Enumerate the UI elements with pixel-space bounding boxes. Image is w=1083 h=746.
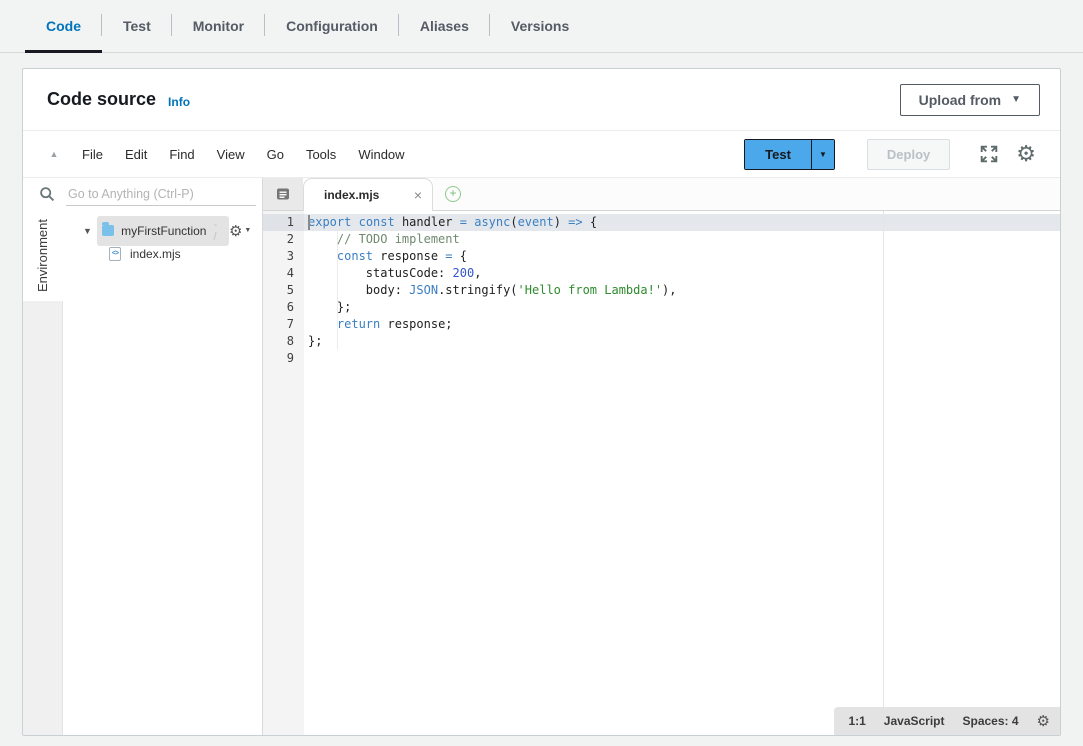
folder-icon xyxy=(102,225,114,236)
code-line-2: // TODO implement xyxy=(304,231,1060,248)
editor-pane: index.mjs × + 123456789 export const han… xyxy=(263,178,1060,735)
environment-tab[interactable]: Environment xyxy=(35,219,50,292)
editor-tab-label: index.mjs xyxy=(324,188,379,202)
file-name: index.mjs xyxy=(130,247,181,261)
menubar-right: Test ▼ Deploy ⚙ xyxy=(734,139,1040,170)
menu-file[interactable]: File xyxy=(71,141,114,168)
upload-from-button[interactable]: Upload from ▼ xyxy=(900,84,1040,116)
menu-view[interactable]: View xyxy=(206,141,256,168)
editor-tabstrip: index.mjs × + xyxy=(263,178,1060,211)
tab-aliases[interactable]: Aliases xyxy=(399,0,490,52)
line-number-gutter: 123456789 xyxy=(263,211,304,735)
new-tab-icon[interactable]: + xyxy=(445,186,461,202)
collapse-menubar-icon[interactable]: ▲ xyxy=(37,149,71,159)
folder-selection: myFirstFunction - / xyxy=(97,216,229,246)
chevron-down-icon: ▼ xyxy=(1011,94,1021,105)
line-number: 3 xyxy=(263,248,304,265)
code-line-8: }; xyxy=(304,333,1060,350)
menu-items: FileEditFindViewGoToolsWindow xyxy=(71,141,416,168)
language-mode[interactable]: JavaScript xyxy=(884,714,945,728)
indentation-setting[interactable]: Spaces: 4 xyxy=(963,714,1019,728)
code-line-4: statusCode: 200, xyxy=(304,265,1060,282)
goto-anything-input[interactable] xyxy=(66,183,256,206)
tab-configuration[interactable]: Configuration xyxy=(265,0,399,52)
tab-list-icon[interactable] xyxy=(263,178,303,211)
function-tab-bar: CodeTestMonitorConfigurationAliasesVersi… xyxy=(0,0,1083,53)
test-dropdown-button[interactable]: ▼ xyxy=(811,140,834,169)
line-number: 1 xyxy=(263,214,304,231)
folder-name: myFirstFunction xyxy=(121,224,206,238)
editor-tab-index-mjs[interactable]: index.mjs × xyxy=(303,178,433,211)
chevron-down-icon: ▼ xyxy=(244,227,251,234)
tab-code[interactable]: Code xyxy=(25,0,102,52)
info-link[interactable]: Info xyxy=(168,95,190,109)
upload-from-label: Upload from xyxy=(919,92,1001,108)
ide-area: Environment ▼ myFirstFunction - / ⚙ ▼ xyxy=(23,178,1060,735)
deploy-button[interactable]: Deploy xyxy=(867,139,950,170)
line-number: 5 xyxy=(263,282,304,299)
folder-suffix: - / xyxy=(213,219,220,243)
code-line-7: return response; xyxy=(304,316,1060,333)
code-line-9 xyxy=(304,350,1060,367)
chevron-down-icon[interactable]: ▼ xyxy=(83,226,92,236)
test-split-button: Test ▼ xyxy=(744,139,835,170)
fullscreen-icon[interactable] xyxy=(980,145,998,163)
close-tab-icon[interactable]: × xyxy=(414,188,422,202)
environment-strip: Environment xyxy=(23,211,63,735)
editor-settings-gear-icon[interactable]: ⚙ xyxy=(1016,142,1036,167)
line-number: 8 xyxy=(263,333,304,350)
menu-find[interactable]: Find xyxy=(158,141,205,168)
cursor-position: 1:1 xyxy=(848,714,865,728)
tab-monitor[interactable]: Monitor xyxy=(172,0,265,52)
code-line-3: const response = { xyxy=(304,248,1060,265)
menu-go[interactable]: Go xyxy=(256,141,295,168)
sidebar-body: Environment ▼ myFirstFunction - / ⚙ ▼ xyxy=(23,211,262,735)
page-title: Code source xyxy=(47,89,156,110)
tabstrip-spacer: + xyxy=(433,178,1060,211)
code-line-6: }; xyxy=(304,299,1060,316)
line-number: 2 xyxy=(263,231,304,248)
menu-window[interactable]: Window xyxy=(347,141,415,168)
code-source-panel: Code source Info Upload from ▼ ▲ FileEdi… xyxy=(22,68,1061,736)
gear-icon: ⚙ xyxy=(229,222,242,240)
statusbar-gear-icon[interactable]: ⚙ xyxy=(1037,712,1050,730)
tab-test[interactable]: Test xyxy=(102,0,172,52)
test-button[interactable]: Test xyxy=(745,140,811,169)
line-number: 4 xyxy=(263,265,304,282)
goto-anything-row xyxy=(23,178,262,211)
tree-settings-button[interactable]: ⚙ ▼ xyxy=(229,222,251,240)
editor-menubar: ▲ FileEditFindViewGoToolsWindow Test ▼ D… xyxy=(23,131,1060,178)
environment-strip-track xyxy=(23,301,63,735)
file-tree: ▼ myFirstFunction - / ⚙ ▼ <> in xyxy=(63,211,265,735)
tab-versions[interactable]: Versions xyxy=(490,0,590,52)
tree-item-folder[interactable]: ▼ myFirstFunction - / ⚙ ▼ xyxy=(63,219,265,242)
code-editor[interactable]: 123456789 export const handler = async(e… xyxy=(263,211,1060,735)
code-lines[interactable]: export const handler = async(event) => {… xyxy=(304,211,1060,735)
line-number: 7 xyxy=(263,316,304,333)
line-number: 6 xyxy=(263,299,304,316)
code-line-1: export const handler = async(event) => { xyxy=(304,214,1060,231)
menu-tools[interactable]: Tools xyxy=(295,141,347,168)
panel-header: Code source Info Upload from ▼ xyxy=(23,69,1060,131)
code-file-icon: <> xyxy=(109,247,121,261)
left-sidebar: Environment ▼ myFirstFunction - / ⚙ ▼ xyxy=(23,178,263,735)
code-line-5: body: JSON.stringify('Hello from Lambda!… xyxy=(304,282,1060,299)
text-cursor xyxy=(308,215,310,230)
search-icon xyxy=(39,186,56,203)
line-number: 9 xyxy=(263,350,304,367)
menu-edit[interactable]: Edit xyxy=(114,141,158,168)
chevron-down-icon: ▼ xyxy=(819,150,827,159)
editor-statusbar: 1:1 JavaScript Spaces: 4 ⚙ xyxy=(834,707,1060,735)
